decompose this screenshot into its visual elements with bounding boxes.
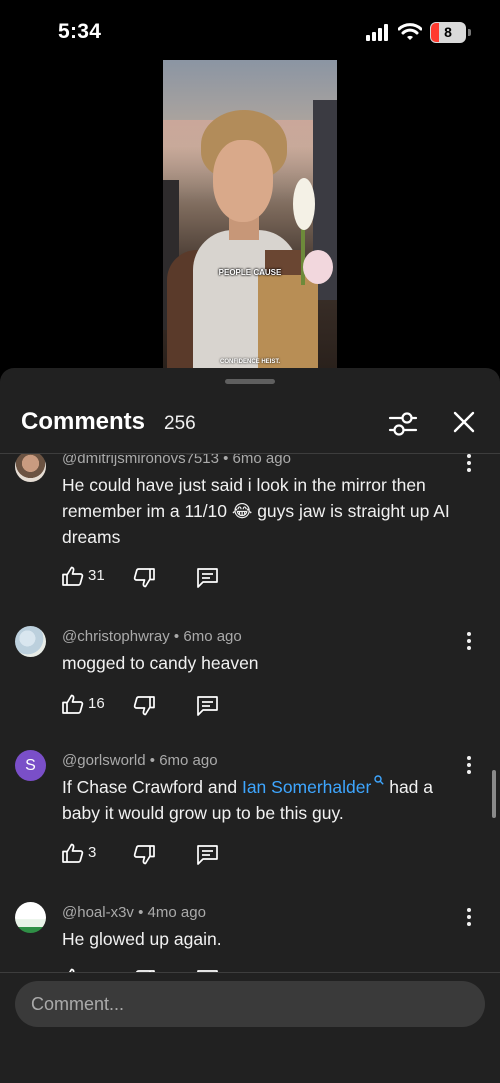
dislike-icon[interactable]: [133, 696, 155, 716]
comment-author[interactable]: @hoal-x3v: [62, 904, 134, 921]
avatar[interactable]: S: [15, 750, 46, 781]
reply-icon[interactable]: [196, 844, 219, 865]
scrollbar[interactable]: [492, 770, 496, 818]
like-count: 16: [88, 695, 105, 712]
comment-age: 4mo ago: [147, 904, 206, 921]
comment-item: @hoal-x3v • 4mo ago He glowed up again.: [0, 896, 500, 972]
comment-composer[interactable]: [15, 981, 485, 1027]
close-icon[interactable]: [452, 410, 476, 434]
more-options-icon[interactable]: [464, 632, 474, 652]
comment-author[interactable]: @gorlsworld: [62, 752, 146, 769]
comment-meta: @christophwray • 6mo ago: [62, 628, 242, 645]
comment-item: S @gorlsworld • 6mo ago If Chase Crawfor…: [0, 744, 500, 879]
comment-text-part: If Chase Crawford and: [62, 777, 242, 797]
comment-item: @christophwray • 6mo ago mogged to candy…: [0, 620, 500, 730]
video-caption: PEOPLE CAUSE: [218, 268, 282, 277]
comments-sheet: Comments 256 @dmitrijsmironovs7513 • 6mo…: [0, 368, 500, 1083]
like-icon[interactable]: [62, 566, 84, 586]
battery-indicator: 8: [430, 22, 466, 43]
comment-meta: @dmitrijsmironovs7513 • 6mo ago: [62, 454, 291, 467]
comment-text: He glowed up again.: [62, 929, 222, 949]
like-count: 31: [88, 567, 105, 584]
comment-age: 6mo ago: [183, 628, 242, 645]
avatar[interactable]: [15, 454, 46, 482]
more-options-icon[interactable]: [464, 454, 474, 474]
comment-text: If Chase Crawford and Ian Somerhalder ha…: [62, 774, 472, 826]
cellular-signal-icon: [366, 24, 388, 41]
like-icon[interactable]: [62, 694, 84, 714]
avatar[interactable]: [15, 902, 46, 933]
video-player[interactable]: PEOPLE CAUSE CONFIDENCE HEIST.: [163, 60, 337, 368]
filter-sliders-icon[interactable]: [388, 410, 418, 438]
reply-icon[interactable]: [196, 567, 219, 588]
comment-age: 6mo ago: [232, 454, 291, 467]
status-bar: 5:34 8: [0, 0, 500, 60]
dislike-icon[interactable]: [133, 845, 155, 865]
more-options-icon[interactable]: [464, 756, 474, 776]
battery-level: 8: [444, 24, 452, 40]
more-options-icon[interactable]: [464, 908, 474, 928]
composer-divider: [0, 972, 500, 973]
video-caption-bottom: CONFIDENCE HEIST.: [219, 359, 280, 365]
battery-cap: [468, 29, 471, 36]
drag-handle[interactable]: [225, 379, 275, 384]
comment-author[interactable]: @dmitrijsmironovs7513: [62, 454, 219, 467]
comment-author[interactable]: @christophwray: [62, 628, 170, 645]
like-icon[interactable]: [62, 843, 84, 863]
comment-age: 6mo ago: [159, 752, 218, 769]
comments-title: Comments: [21, 408, 146, 435]
avatar[interactable]: [15, 626, 46, 657]
comment-meta: @hoal-x3v • 4mo ago: [62, 904, 206, 921]
search-icon[interactable]: [374, 775, 385, 785]
comments-list[interactable]: @dmitrijsmironovs7513 • 6mo ago He could…: [0, 454, 500, 972]
comment-item: @dmitrijsmironovs7513 • 6mo ago He could…: [0, 454, 500, 602]
comments-count: 256: [164, 413, 196, 434]
like-count: 3: [88, 844, 97, 861]
comment-text: mogged to candy heaven: [62, 653, 259, 673]
comment-input[interactable]: [31, 981, 471, 1027]
status-time: 5:34: [58, 20, 102, 43]
dislike-icon[interactable]: [133, 568, 155, 588]
wifi-icon: [398, 23, 422, 40]
search-link[interactable]: Ian Somerhalder: [242, 777, 371, 797]
comment-meta: @gorlsworld • 6mo ago: [62, 752, 218, 769]
comment-text: He could have just said i look in the mi…: [62, 475, 450, 547]
reply-icon[interactable]: [196, 695, 219, 716]
